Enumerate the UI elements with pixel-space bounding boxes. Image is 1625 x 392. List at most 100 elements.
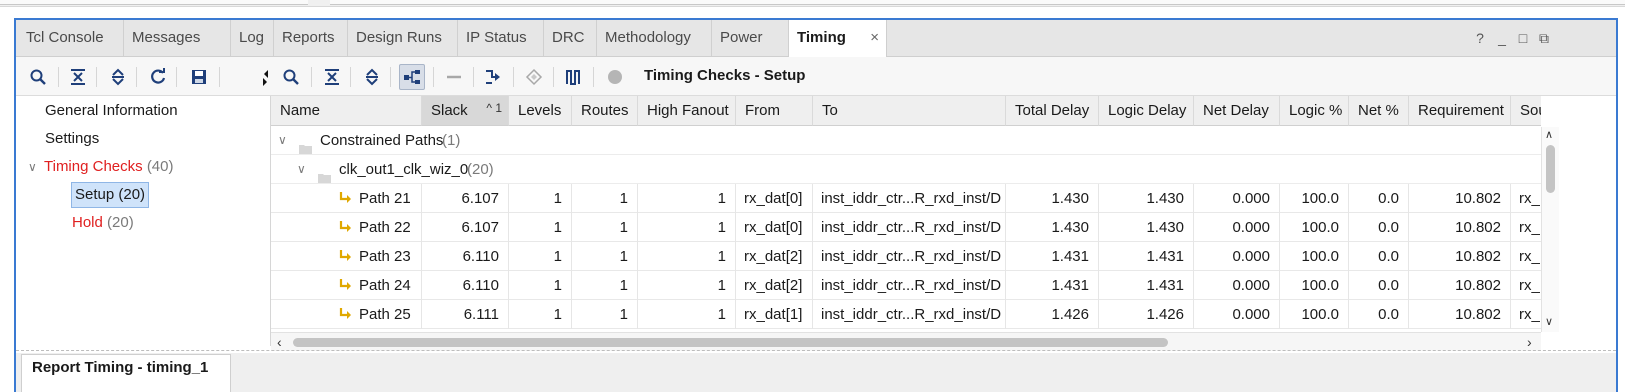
- net-pct-value: 0.0: [1349, 300, 1409, 329]
- tab-power[interactable]: Power: [712, 20, 789, 56]
- table-row[interactable]: Path 21 6.107 1 1 1 rx_dat[0] inst_iddr_ctr...…: [271, 184, 1541, 213]
- top-strip-segment: [0, 0, 308, 5]
- levels-value: 1: [509, 271, 572, 300]
- source-value: rx_: [1511, 213, 1541, 242]
- mark-icon[interactable]: [604, 66, 626, 88]
- from-value: rx_dat[2]: [736, 271, 813, 300]
- chevron-down-icon[interactable]: ∨: [278, 126, 287, 155]
- levels-value: 1: [509, 213, 572, 242]
- chevron-down-icon[interactable]: ∨: [297, 155, 306, 184]
- scroll-up-icon[interactable]: ∧: [1545, 128, 1553, 141]
- tab-tcl-console[interactable]: Tcl Console: [18, 20, 124, 56]
- collapse-all-icon[interactable]: [67, 66, 89, 88]
- tab-label: Methodology: [605, 29, 691, 46]
- scroll-arrows-icon[interactable]: [258, 66, 272, 88]
- logic-pct-value: 100.0: [1280, 184, 1349, 213]
- tab-label: DRC: [552, 29, 585, 46]
- refresh-icon[interactable]: [147, 66, 169, 88]
- tree-item-timing-checks[interactable]: ∨ Timing Checks (40): [28, 154, 174, 180]
- table-row[interactable]: Path 23 6.110 1 1 1 rx_dat[2] inst_iddr_ctr...…: [271, 242, 1541, 271]
- column-header-to[interactable]: To: [813, 96, 1006, 126]
- tab-ip-status[interactable]: IP Status: [458, 20, 544, 56]
- column-header-requirement[interactable]: Requirement: [1409, 96, 1511, 126]
- search-icon[interactable]: [280, 66, 302, 88]
- total-delay-value: 1.430: [1006, 213, 1099, 242]
- net-pct-value: 0.0: [1349, 242, 1409, 271]
- column-header-logic-pct[interactable]: Logic %: [1280, 96, 1349, 126]
- high-fanout-value: 1: [638, 300, 736, 329]
- tab-report-timing[interactable]: Report Timing - timing_1: [21, 354, 231, 392]
- from-value: rx_dat[0]: [736, 213, 813, 242]
- waveform-icon[interactable]: [563, 66, 585, 88]
- table-row[interactable]: Path 25 6.111 1 1 1 rx_dat[1] inst_iddr_ctr...…: [271, 300, 1541, 329]
- expand-all-icon[interactable]: [107, 66, 129, 88]
- column-header-net-pct[interactable]: Net %: [1349, 96, 1409, 126]
- requirement-value: 10.802: [1409, 213, 1511, 242]
- tab-bar: Tcl Console Messages Log Reports Design …: [16, 20, 1616, 57]
- tab-design-runs[interactable]: Design Runs: [348, 20, 458, 56]
- tree-item-setup[interactable]: Setup (20): [71, 182, 150, 208]
- horizontal-scrollbar[interactable]: ‹ ›: [271, 332, 1541, 351]
- scroll-right-icon[interactable]: ›: [1527, 333, 1532, 351]
- table-row[interactable]: Path 24 6.110 1 1 1 rx_dat[2] inst_iddr_ctr...…: [271, 271, 1541, 300]
- column-header-total-delay[interactable]: Total Delay: [1006, 96, 1099, 126]
- highlight-icon[interactable]: [523, 66, 545, 88]
- vertical-scroll-thumb[interactable]: [1546, 145, 1555, 193]
- column-header-name[interactable]: Name: [271, 96, 422, 126]
- requirement-value: 10.802: [1409, 271, 1511, 300]
- group-row-clock[interactable]: ∨ clk_out1_clk_wiz_0 (20): [271, 155, 1541, 184]
- column-header-net-delay[interactable]: Net Delay: [1194, 96, 1280, 126]
- column-header-logic-delay[interactable]: Logic Delay: [1099, 96, 1194, 126]
- high-fanout-value: 1: [638, 242, 736, 271]
- hierarchy-icon[interactable]: [399, 64, 425, 90]
- tree-item-hold[interactable]: Hold (20): [72, 210, 134, 236]
- toolbar-separator: [58, 67, 59, 87]
- column-header-source[interactable]: Sou: [1511, 96, 1541, 126]
- help-icon[interactable]: ?: [1472, 30, 1488, 46]
- table-row[interactable]: Path 22 6.107 1 1 1 rx_dat[0] inst_iddr_ctr...…: [271, 213, 1541, 242]
- close-icon[interactable]: ×: [870, 20, 879, 56]
- save-icon[interactable]: [188, 66, 210, 88]
- scroll-left-icon[interactable]: ‹: [277, 333, 282, 351]
- tab-log[interactable]: Log: [231, 20, 274, 56]
- group-row-constrained-paths[interactable]: ∨ Constrained Paths (1): [271, 126, 1541, 155]
- column-header-levels[interactable]: Levels: [509, 96, 572, 126]
- column-header-slack[interactable]: Slack ^ 1: [422, 96, 509, 126]
- to-value: inst_iddr_ctr...R_rxd_inst/D: [813, 271, 1006, 300]
- maximize-icon[interactable]: □: [1515, 30, 1531, 46]
- minus-icon[interactable]: [443, 66, 465, 88]
- tree-item-general-information[interactable]: General Information: [45, 98, 178, 124]
- search-icon[interactable]: [27, 66, 49, 88]
- tab-label: Log: [239, 29, 265, 46]
- tab-messages[interactable]: Messages: [124, 20, 231, 56]
- routes-value: 1: [572, 271, 638, 300]
- total-delay-value: 1.431: [1006, 271, 1099, 300]
- from-value: rx_dat[2]: [736, 242, 813, 271]
- tab-timing[interactable]: Timing ×: [789, 20, 887, 57]
- minimize-icon[interactable]: _: [1494, 30, 1510, 46]
- tab-drc[interactable]: DRC: [544, 20, 597, 56]
- column-header-routes[interactable]: Routes: [572, 96, 638, 126]
- path-label: Path 25: [359, 306, 411, 323]
- logic-pct-value: 100.0: [1280, 242, 1349, 271]
- levels-value: 1: [509, 242, 572, 271]
- float-icon[interactable]: ⧉: [1536, 30, 1552, 46]
- routes-value: 1: [572, 184, 638, 213]
- horizontal-scroll-thumb[interactable]: [293, 338, 1168, 347]
- collapse-all-icon[interactable]: [321, 66, 343, 88]
- vertical-scrollbar[interactable]: ∧ ∨: [1541, 127, 1559, 332]
- column-header-from[interactable]: From: [736, 96, 813, 126]
- tab-reports[interactable]: Reports: [274, 20, 348, 56]
- routes-value: 1: [572, 242, 638, 271]
- net-pct-value: 0.0: [1349, 213, 1409, 242]
- expand-all-icon[interactable]: [361, 66, 383, 88]
- path-name: Path 25: [271, 300, 422, 329]
- chevron-down-icon[interactable]: ∨: [28, 154, 44, 180]
- schematic-icon[interactable]: [482, 66, 504, 88]
- column-header-high-fanout[interactable]: High Fanout: [638, 96, 736, 126]
- scroll-down-icon[interactable]: ∨: [1545, 315, 1553, 328]
- tab-label: IP Status: [466, 29, 527, 46]
- tree-item-settings[interactable]: Settings: [45, 126, 99, 152]
- from-value: rx_dat[0]: [736, 184, 813, 213]
- tab-methodology[interactable]: Methodology: [597, 20, 712, 56]
